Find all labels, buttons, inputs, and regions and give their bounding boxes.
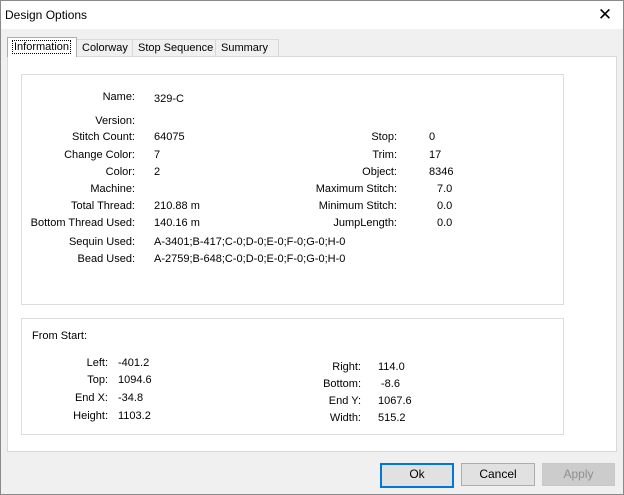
design-options-dialog: Design Options ✕ Information Colorway St… xyxy=(0,0,624,495)
height-value: 1103.2 xyxy=(118,410,151,422)
stop-label: Stop: xyxy=(371,131,397,143)
bottom-value: -8.6 xyxy=(381,378,400,390)
left-value: -401.2 xyxy=(118,357,150,369)
top-label: Top: xyxy=(87,374,108,386)
stitch-count-value: 64075 xyxy=(154,131,185,143)
color-label: Color: xyxy=(105,166,135,178)
object-value: 8346 xyxy=(429,166,454,178)
maximum-stitch-label: Maximum Stitch: xyxy=(315,183,397,195)
close-icon[interactable]: ✕ xyxy=(593,4,617,26)
end-y-label: End Y: xyxy=(328,395,361,407)
name-label: Name: xyxy=(102,91,135,103)
color-value: 2 xyxy=(154,166,161,178)
ok-button[interactable]: Ok xyxy=(380,463,454,488)
dialog-title: Design Options xyxy=(5,8,88,22)
end-x-value: -34.8 xyxy=(118,392,144,404)
right-value: 114.0 xyxy=(378,361,405,373)
tab-information[interactable]: Information xyxy=(7,37,77,57)
maximum-stitch-value: 7.0 xyxy=(437,183,453,195)
trim-value: 17 xyxy=(429,149,442,161)
sequin-used-value: A-3401;B-417;C-0;D-0;E-0;F-0;G-0;H-0 xyxy=(154,236,346,248)
total-thread-value: 210.88 m xyxy=(154,200,200,212)
minimum-stitch-label: Minimum Stitch: xyxy=(318,200,397,212)
stitch-count-label: Stitch Count: xyxy=(72,131,135,143)
apply-button[interactable]: Apply xyxy=(542,463,615,486)
tab-summary[interactable]: Summary xyxy=(215,39,279,57)
end-y-value: 1067.6 xyxy=(378,395,412,407)
version-label: Version: xyxy=(95,115,135,127)
machine-label: Machine: xyxy=(90,183,135,195)
information-panel: Name: 329-C Version: Stitch Count: 64075… xyxy=(7,56,617,452)
right-label: Right: xyxy=(332,361,361,373)
bead-used-value: A-2759;B-648;C-0;D-0;E-0;F-0;G-0;H-0 xyxy=(154,253,346,265)
information-group: Name: 329-C Version: Stitch Count: 64075… xyxy=(21,74,564,305)
width-value: 515.2 xyxy=(378,412,406,424)
jump-length-label: JumpLength: xyxy=(333,217,397,229)
jump-length-value: 0.0 xyxy=(437,217,453,229)
total-thread-label: Total Thread: xyxy=(70,200,135,212)
bottom-thread-value: 140.16 m xyxy=(154,217,200,229)
sequin-used-label: Sequin Used: xyxy=(68,236,135,248)
object-label: Object: xyxy=(362,166,397,178)
end-x-label: End X: xyxy=(74,392,108,404)
change-color-value: 7 xyxy=(154,149,161,161)
from-start-group: From Start: Left: -401.2 Top: 1094.6 End… xyxy=(21,318,564,435)
name-value: 329-C xyxy=(154,93,184,105)
minimum-stitch-value: 0.0 xyxy=(437,200,453,212)
bead-used-label: Bead Used: xyxy=(77,253,135,265)
stop-value: 0 xyxy=(429,131,436,143)
bottom-thread-label: Bottom Thread Used: xyxy=(30,217,135,229)
left-label: Left: xyxy=(86,357,108,369)
tab-colorway[interactable]: Colorway xyxy=(76,39,134,57)
cancel-button[interactable]: Cancel xyxy=(461,463,535,486)
top-value: 1094.6 xyxy=(118,374,152,386)
height-label: Height: xyxy=(73,410,108,422)
change-color-label: Change Color: xyxy=(64,149,135,161)
tab-stop-sequence[interactable]: Stop Sequence xyxy=(132,39,216,57)
width-label: Width: xyxy=(329,412,361,424)
trim-label: Trim: xyxy=(372,149,397,161)
from-start-heading: From Start: xyxy=(32,330,88,342)
title-bar: Design Options ✕ xyxy=(1,1,623,29)
bottom-label: Bottom: xyxy=(323,378,361,390)
